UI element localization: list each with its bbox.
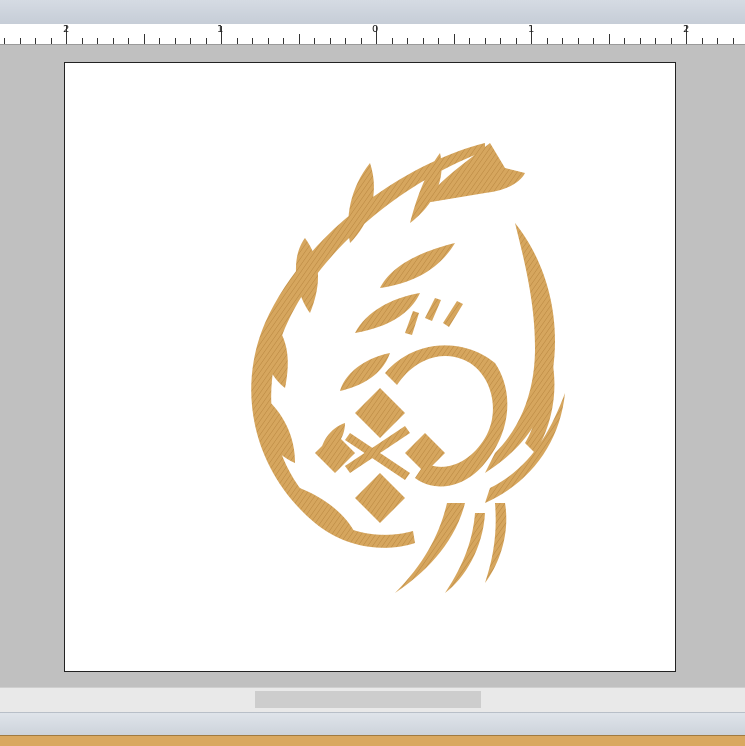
scrollbar-thumb[interactable] <box>255 691 481 708</box>
status-bar <box>0 712 745 735</box>
embroidery-bird-wreath-icon[interactable] <box>185 123 565 603</box>
bottom-strip <box>0 735 745 746</box>
design-workspace[interactable] <box>0 45 745 687</box>
ruler-label: 2 <box>683 24 690 35</box>
ruler-label: 1 <box>528 24 535 35</box>
title-strip <box>0 0 745 24</box>
ruler-label: 1 <box>217 24 224 35</box>
design-page[interactable] <box>64 62 676 672</box>
horizontal-ruler: 2 1 0 1 2 <box>0 24 745 45</box>
horizontal-scrollbar[interactable] <box>0 687 745 712</box>
ruler-label: 0 <box>372 24 379 35</box>
ruler-label: 2 <box>63 24 70 35</box>
